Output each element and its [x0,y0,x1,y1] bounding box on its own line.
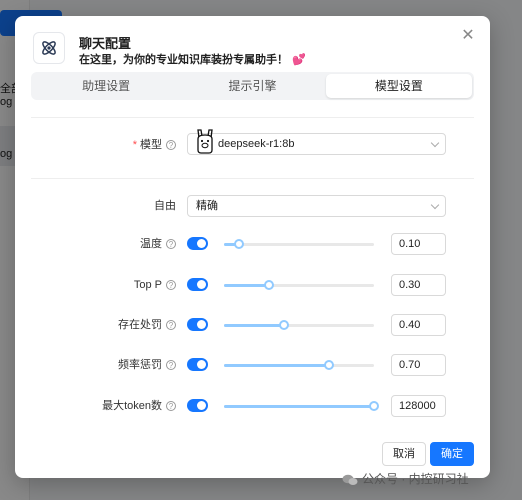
freedom-row: 自由 精确 [15,195,490,217]
help-icon[interactable]: ? [166,239,176,250]
tab-model-settings[interactable]: 模型设置 [325,74,472,98]
tab-assistant-settings[interactable]: 助理设置 [33,74,179,98]
temperature-row: 温度? 0.10 [15,233,490,255]
presence-penalty-toggle[interactable] [187,318,208,331]
param-label: 温度? [140,233,176,255]
top-p-toggle[interactable] [187,278,208,291]
param-label-text: 存在处罚 [118,319,162,331]
freedom-select-value: 精确 [196,200,218,212]
chat-config-dialog: 聊天配置 在这里，为你的专业知识库装扮专属助手！ 💕 ✕ 助理设置 提示引擎 模型… [15,16,490,478]
frequency-penalty-slider[interactable] [224,360,374,370]
max-tokens-row: 最大token数? 128000 [15,395,490,417]
param-label-text: 温度 [140,238,162,250]
temperature-toggle[interactable] [187,237,208,250]
help-icon[interactable]: ? [166,140,176,151]
presence-penalty-input[interactable]: 0.40 [391,314,446,336]
max-tokens-input[interactable]: 128000 [391,395,446,417]
model-label-text: 模型 [140,139,162,151]
param-label: Top P? [134,274,176,296]
param-label: 频率惩罚? [118,354,176,376]
heart-icon: 💕 [292,54,306,66]
dialog-subtitle: 在这里，为你的专业知识库装扮专属助手！ 💕 [79,51,306,67]
frequency-penalty-input[interactable]: 0.70 [391,354,446,376]
presence-penalty-row: 存在处罚? 0.40 [15,314,490,336]
param-label-text: 最大token数 [102,400,162,412]
max-tokens-slider[interactable] [224,401,379,411]
chevron-down-icon [430,138,440,148]
slider-handle[interactable] [279,320,289,330]
slider-fill [224,324,284,327]
param-label-text: Top P [133,279,162,291]
frequency-penalty-row: 频率惩罚? 0.70 [15,354,490,376]
slider-handle[interactable] [369,401,379,411]
model-select-value: deepseek-r1:8b [218,138,295,150]
divider [31,178,474,179]
freedom-label: 自由 [154,200,176,212]
param-label: 存在处罚? [118,314,176,336]
cancel-button[interactable]: 取消 [382,442,426,466]
slider-handle[interactable] [234,239,244,249]
temperature-input[interactable]: 0.10 [391,233,446,255]
required-mark: * [132,139,137,151]
slider-fill [224,364,329,367]
chevron-down-icon [430,200,440,210]
presence-penalty-slider[interactable] [224,320,374,330]
slider-fill [224,284,269,287]
tab-prompt-engine[interactable]: 提示引擎 [179,74,325,98]
temperature-slider[interactable] [224,239,374,249]
wechat-icon [342,474,358,485]
watermark: 公众号 · 内控研习社 [342,470,469,487]
top-p-input[interactable]: 0.30 [391,274,446,296]
frequency-penalty-toggle[interactable] [187,358,208,371]
slider-handle[interactable] [264,280,274,290]
top-p-row: Top P? 0.30 [15,274,490,296]
watermark-text: 公众号 · 内控研习社 [362,472,469,486]
model-label: * 模型? [133,134,176,156]
help-icon[interactable]: ? [166,401,176,412]
slider-handle[interactable] [324,360,334,370]
param-label: 最大token数? [102,395,176,417]
param-label-text: 频率惩罚 [118,359,162,371]
freedom-select[interactable]: 精确 [187,195,446,217]
max-tokens-toggle[interactable] [187,399,208,412]
atom-logo-icon [33,32,65,64]
divider [31,117,474,118]
settings-tabs: 助理设置 提示引擎 模型设置 [31,72,474,100]
top-p-slider[interactable] [224,280,374,290]
dialog-title: 聊天配置 [79,36,132,51]
dialog-subtitle-text: 在这里，为你的专业知识库装扮专属助手！ [79,54,288,66]
help-icon[interactable]: ? [166,280,176,291]
model-select[interactable]: deepseek-r1:8b [187,129,446,155]
slider-fill [224,405,374,408]
close-icon[interactable]: ✕ [460,28,476,44]
help-icon[interactable]: ? [166,320,176,331]
help-icon[interactable]: ? [166,360,176,371]
confirm-button[interactable]: 确定 [430,442,474,466]
model-row: * 模型? deepseek-r1:8b [15,129,490,156]
llama-icon [197,129,213,154]
